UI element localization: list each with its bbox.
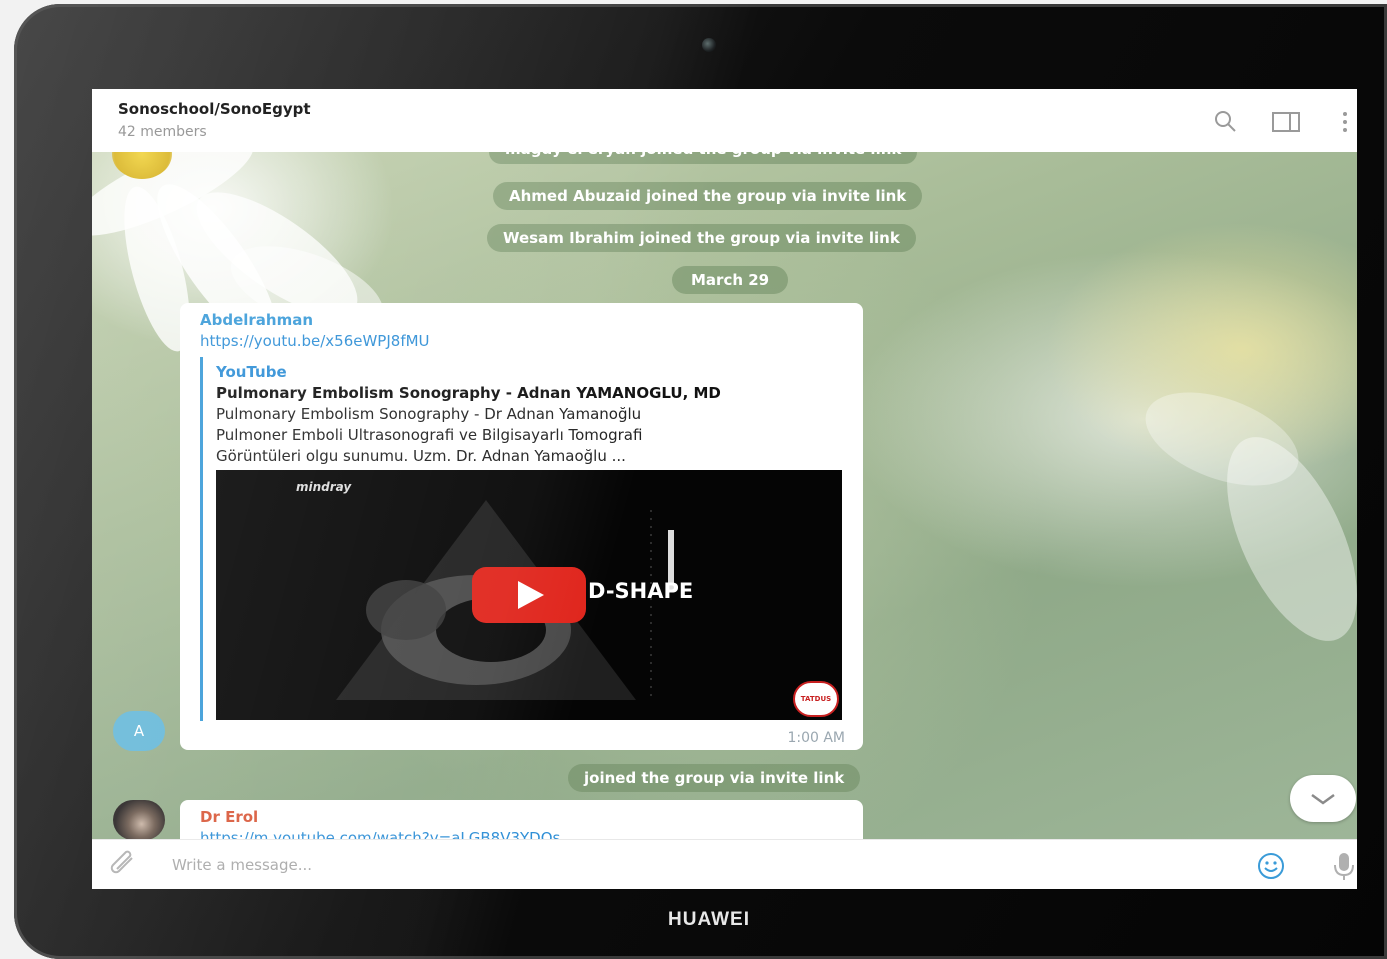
sender-name[interactable]: Dr Erol: [200, 808, 258, 826]
microphone-icon[interactable]: [1331, 851, 1355, 881]
member-count: 42 members: [118, 124, 207, 140]
message-bubble: Abdelrahman https://youtu.be/x56eWPJ8fMU…: [180, 303, 863, 750]
service-message: magdy el eryan joined the group via invi…: [489, 140, 918, 164]
play-button[interactable]: [472, 567, 586, 623]
preview-description: Görüntüleri olgu sunumu. Uzm. Dr. Adnan …: [216, 447, 626, 465]
camera: [702, 38, 716, 52]
chevron-down-icon: [1311, 793, 1335, 805]
preview-description: Pulmoner Emboli Ultrasonografi ve Bilgis…: [216, 426, 643, 444]
preview-site-name: YouTube: [216, 363, 287, 381]
avatar[interactable]: [113, 800, 165, 840]
service-message: Wesam Ibrahim joined the group via invit…: [487, 224, 916, 252]
preview-description: Pulmonary Embolism Sonography - Dr Adnan…: [216, 405, 642, 423]
sender-name[interactable]: Abdelrahman: [200, 311, 313, 329]
chat-title[interactable]: Sonoschool/SonoEgypt: [118, 100, 311, 118]
message-time: 1:00 AM: [787, 730, 845, 746]
preview-accent-bar: [200, 357, 203, 721]
tablet-frame: Sonoschool/SonoEgypt 42 members magdy el…: [14, 4, 1387, 959]
date-separator: March 29: [672, 266, 789, 294]
message-link[interactable]: https://youtu.be/x56eWPJ8fMU: [200, 332, 430, 350]
message-composer: [92, 839, 1357, 889]
more-vertical-icon[interactable]: [1335, 107, 1355, 135]
preview-title: Pulmonary Embolism Sonography - Adnan YA…: [216, 384, 721, 402]
scroll-down-button[interactable]: [1290, 775, 1356, 822]
thumb-badge: TATDUS: [793, 681, 839, 717]
telegram-window: Sonoschool/SonoEgypt 42 members magdy el…: [92, 89, 1357, 889]
search-icon[interactable]: [1211, 107, 1239, 135]
device-brand-logo: HUAWEI: [668, 909, 750, 930]
service-message: joined the group via invite link: [568, 764, 861, 792]
sidebar-toggle-icon[interactable]: [1271, 107, 1300, 135]
avatar[interactable]: A: [113, 711, 165, 751]
emoji-icon[interactable]: [1253, 852, 1289, 880]
video-thumbnail[interactable]: mindray D-SHAPE TATDUS: [216, 470, 842, 720]
message-input[interactable]: [172, 852, 1222, 878]
service-message: Ahmed Abuzaid joined the group via invit…: [493, 182, 923, 210]
attach-icon[interactable]: [108, 850, 142, 880]
thumb-overlay-text: D-SHAPE: [588, 579, 694, 603]
